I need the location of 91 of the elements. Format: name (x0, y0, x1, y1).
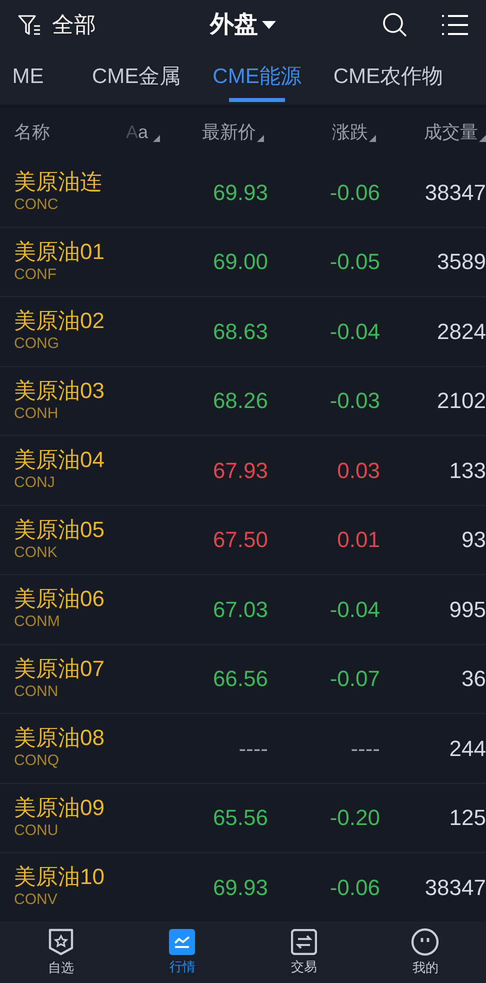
volume-value: 93 (462, 526, 486, 554)
swap-icon (290, 929, 317, 956)
volume-value: 38347 (424, 874, 486, 902)
price-value: ---- (238, 734, 268, 763)
contract-name: 美原油06 (14, 586, 106, 612)
market-tab[interactable]: CME能源 (196, 49, 318, 105)
volume-value: 244 (449, 734, 486, 763)
column-header[interactable]: 最新价 (202, 118, 256, 146)
price-value: 67.93 (212, 456, 268, 485)
filter-label[interactable]: 全部 (52, 8, 96, 42)
volume-value: 133 (449, 456, 486, 485)
quote-row[interactable]: 美原油06 CONM 67.03 -0.04 995 (0, 575, 486, 645)
column-header: 名称 (14, 120, 50, 144)
quote-row[interactable]: 美原油09 CONU 65.56 -0.20 125 (0, 784, 486, 854)
contract-code: CONK (14, 542, 58, 563)
nav-tab[interactable]: 我的 (364, 922, 486, 983)
price-value: 68.63 (212, 318, 268, 346)
price-value: 67.50 (212, 526, 268, 554)
contract-code: CONN (14, 682, 60, 702)
contract-code: CONM (14, 612, 61, 632)
price-value: 66.56 (212, 665, 268, 694)
price-value: 68.26 (212, 387, 268, 416)
volume-value: 38347 (424, 178, 486, 207)
nav-tab[interactable]: 行情 (122, 922, 243, 983)
contract-code: CONC (14, 195, 60, 216)
menu-icon[interactable] (442, 14, 468, 36)
change-value: -0.04 (330, 318, 380, 346)
sort-icon[interactable] (369, 134, 376, 142)
volume-value: 995 (449, 596, 486, 624)
change-value: -0.06 (330, 178, 380, 207)
caret-icon[interactable] (262, 21, 276, 29)
contract-code: CONQ (14, 751, 60, 772)
quote-row[interactable]: 美原油02 CONG 68.63 -0.04 2824 (0, 297, 486, 367)
sort-icon[interactable] (257, 134, 264, 142)
contract-code: CONG (14, 334, 60, 354)
face-icon (411, 928, 440, 956)
column-header[interactable]: 成交量 (424, 118, 478, 146)
price-value: 65.56 (212, 804, 268, 832)
change-value: -0.07 (330, 665, 380, 694)
contract-name: 美原油01 (14, 238, 106, 265)
quote-row[interactable]: 美原油01 CONF 69.00 -0.05 3589 (0, 228, 486, 298)
contract-name: 美原油04 (14, 447, 106, 474)
sort-icon[interactable] (153, 134, 160, 142)
contract-name: 美原油09 (14, 794, 106, 821)
quote-row[interactable]: 美原油04 CONJ 67.93 0.03 133 (0, 436, 486, 506)
contract-code: CONU (14, 820, 60, 841)
star-shield-icon (48, 928, 74, 956)
column-header[interactable]: 涨跌 (332, 118, 368, 146)
change-value: -0.05 (330, 248, 380, 276)
contract-name: 美原油07 (14, 656, 106, 682)
change-value: 0.03 (337, 456, 380, 485)
contract-code: CONJ (14, 473, 56, 494)
nav-tab[interactable]: 交易 (243, 922, 364, 983)
change-value: -0.03 (330, 387, 380, 416)
contract-name: 美原油03 (14, 378, 106, 404)
quote-row[interactable]: 美原油连 CONC 69.93 -0.06 38347 (0, 158, 486, 228)
change-value: 0.01 (337, 526, 380, 554)
volume-value: 2102 (437, 387, 486, 416)
contract-name: 美原油08 (14, 725, 106, 752)
price-value: 69.00 (212, 248, 268, 276)
contract-code: CONV (14, 890, 58, 910)
quote-row[interactable]: 美原油03 CONH 68.26 -0.03 2102 (0, 366, 486, 436)
chart-icon (169, 929, 196, 956)
change-value: -0.04 (330, 596, 380, 624)
contract-code: CONF (14, 264, 58, 285)
contract-name: 美原油10 (14, 864, 106, 890)
filter-icon[interactable] (18, 14, 42, 36)
quote-row[interactable]: 美原油07 CONN 66.56 -0.07 36 (0, 644, 486, 714)
contract-name: 美原油02 (14, 308, 106, 334)
price-value: 69.93 (212, 874, 268, 902)
change-value: ---- (350, 734, 380, 763)
market-tab[interactable]: CME农作物 (317, 49, 460, 105)
volume-value: 36 (462, 665, 486, 694)
sort-icon[interactable] (479, 134, 486, 142)
volume-value: 125 (449, 804, 486, 832)
volume-value: 3589 (437, 248, 486, 276)
price-value: 69.93 (212, 178, 268, 207)
nav-tab[interactable]: 自选 (0, 922, 122, 983)
change-value: -0.20 (330, 804, 380, 832)
quote-row[interactable]: 美原油08 CONQ ---- ---- 244 (0, 714, 486, 784)
price-value: 67.03 (212, 596, 268, 624)
contract-code: CONH (14, 404, 60, 424)
change-value: -0.06 (330, 874, 380, 902)
contract-name: 美原油连 (14, 169, 103, 196)
volume-value: 2824 (437, 318, 486, 346)
quote-row[interactable]: 美原油05 CONK 67.50 0.01 93 (0, 506, 486, 576)
market-title[interactable]: 外盘 (210, 7, 258, 43)
market-tab[interactable]: ME (0, 49, 76, 105)
market-tab[interactable]: CME金属 (76, 49, 197, 105)
contract-name: 美原油05 (14, 516, 106, 543)
search-icon[interactable] (382, 12, 408, 38)
